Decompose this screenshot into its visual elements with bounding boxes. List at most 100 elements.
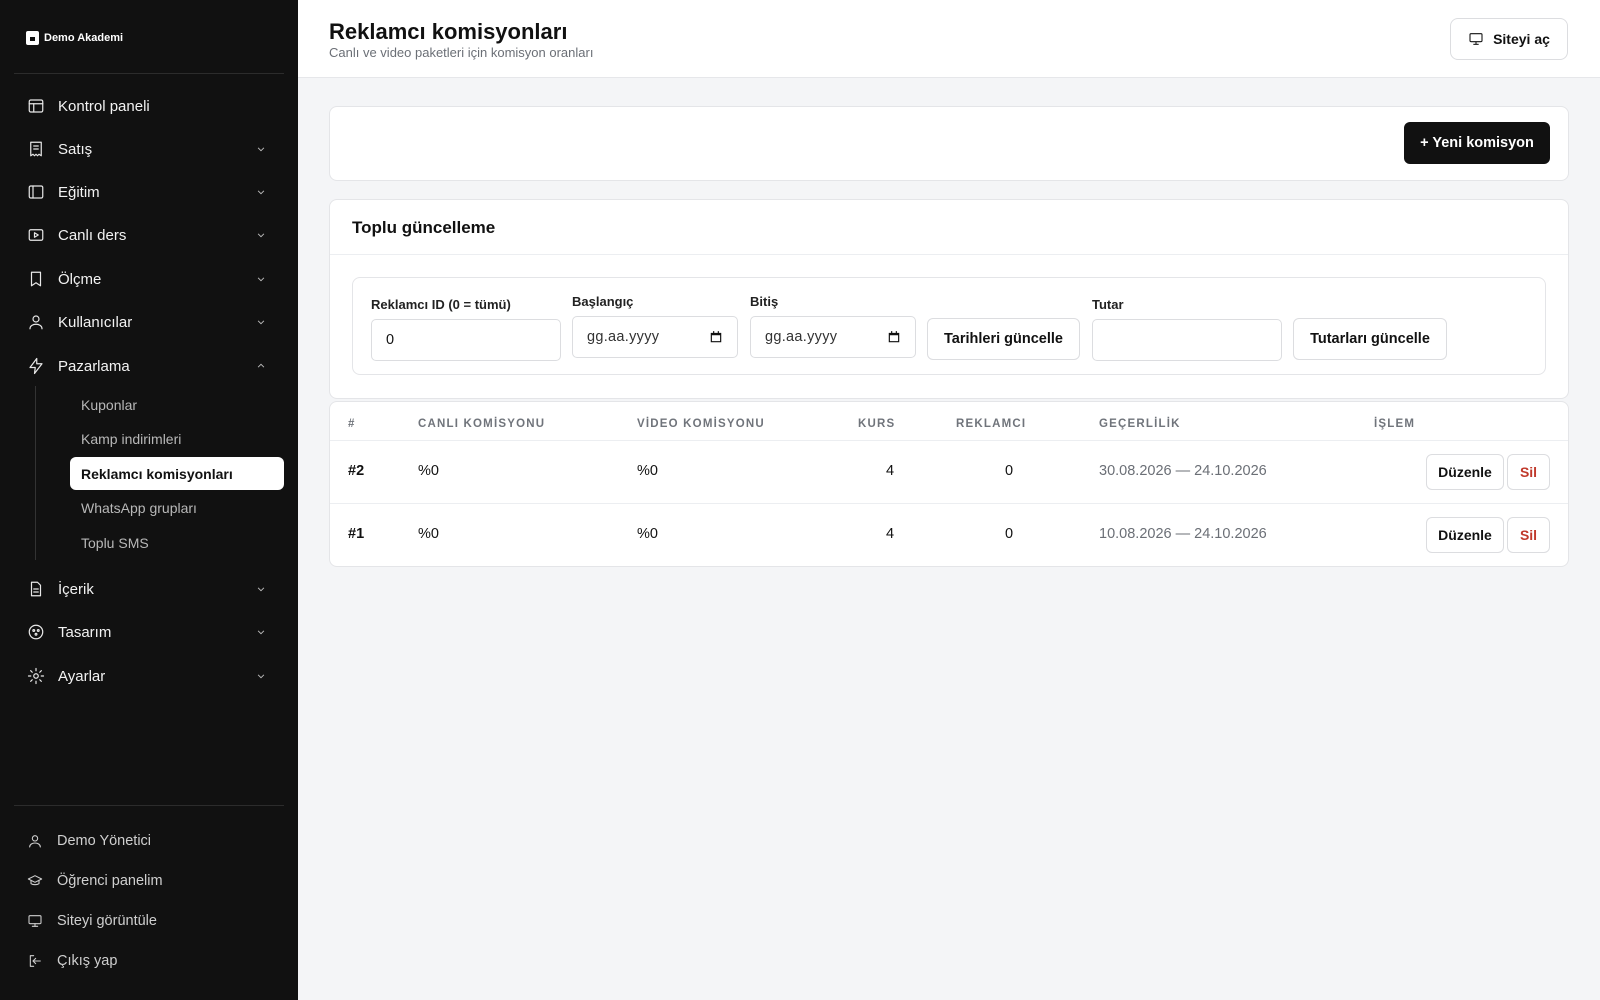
footer-item-label: Siteyi görüntüle [57,913,157,929]
sidebar-subitem-coupons[interactable]: Kuponlar [70,388,284,421]
open-site-label: Siteyi aç [1493,31,1550,47]
page-header: Reklamcı komisyonları Canlı ve video pak… [298,0,1600,78]
column-header-validity: GEÇERLİLİK [1099,418,1181,430]
sidebar-item-label: Kullanıcılar [58,313,133,331]
document-icon [27,580,45,598]
column-header-action: İŞLEM [1374,418,1416,430]
chevron-down-icon [254,582,268,596]
logout-icon [27,953,43,969]
row-validity: 10.08.2026 — 24.10.2026 [1099,526,1267,542]
page-subtitle: Canlı ve video paketleri için komisyon o… [329,45,594,60]
sidebar-item-label: Ölçme [58,270,102,288]
user-icon [27,313,45,331]
sidebar-item-education[interactable]: Eğitim [14,174,284,210]
bookmark-icon [27,270,45,288]
footer-item-label: Öğrenci panelim [57,873,163,889]
end-date-label: Bitiş [750,294,779,309]
row-course: 4 [886,463,895,479]
start-date-placeholder: gg.aa.yyyy [587,329,660,345]
advertiser-id-label: Reklamcı ID (0 = tümü) [371,297,511,312]
monitor-icon [1469,33,1483,45]
row-id: #1 [348,526,365,542]
start-date-input[interactable]: gg.aa.yyyy [572,316,738,358]
commissions-table: # CANLI KOMİSYONU VİDEO KOMİSYONU KURS R… [329,401,1569,567]
open-site-button[interactable]: Siteyi aç [1450,18,1568,60]
sidebar-item-label: Eğitim [58,183,100,201]
sidebar-item-settings[interactable]: Ayarlar [14,658,284,694]
sidebar-item-label: Kontrol paneli [58,97,150,115]
delete-button[interactable]: Sil [1507,517,1550,553]
chevron-down-icon [254,228,268,242]
calendar-icon[interactable] [887,330,901,344]
sidebar: Demo Akademi Kontrol paneli Satış Eğitim… [0,0,298,1000]
update-amounts-button[interactable]: Tutarları güncelle [1293,318,1447,360]
sidebar-subitem-bulk-sms[interactable]: Toplu SMS [70,526,284,559]
gear-icon [27,667,45,685]
sidebar-item-dashboard[interactable]: Kontrol paneli [14,88,284,124]
footer-item-label: Çıkış yap [57,953,118,969]
column-header-id: # [348,418,356,430]
chevron-down-icon [254,669,268,683]
start-date-label: Başlangıç [572,294,634,309]
row-live-commission: %0 [418,463,439,479]
submenu-line [35,386,36,560]
update-dates-button[interactable]: Tarihleri güncelle [927,318,1080,360]
graduation-cap-icon [27,873,43,889]
divider [330,440,1568,441]
footer-item-label: Demo Yönetici [57,833,152,849]
chevron-down-icon [254,142,268,156]
amount-label: Tutar [1092,297,1124,312]
sidebar-footer-student-panel[interactable]: Öğrenci panelim [14,864,284,898]
layout-icon [27,97,45,115]
bulk-update-card: Toplu güncelleme Reklamcı ID (0 = tümü) … [329,199,1569,399]
column-header-advertiser: REKLAMCI [956,418,1027,430]
advertiser-id-input[interactable]: 0 [371,319,561,361]
edit-button[interactable]: Düzenle [1426,517,1504,553]
sidebar-item-marketing[interactable]: Pazarlama [14,348,284,384]
sidebar-item-sales[interactable]: Satış [14,131,284,167]
sidebar-footer-view-site[interactable]: Siteyi görüntüle [14,904,284,938]
sidebar-item-assessment[interactable]: Ölçme [14,261,284,297]
column-header-video-commission: VİDEO KOMİSYONU [637,418,765,430]
edit-button[interactable]: Düzenle [1426,454,1504,490]
brand[interactable]: Demo Akademi [26,31,123,45]
sidebar-footer-logout[interactable]: Çıkış yap [14,944,284,978]
chevron-down-icon [254,625,268,639]
end-date-input[interactable]: gg.aa.yyyy [750,316,916,358]
chevron-down-icon [254,315,268,329]
amount-input[interactable] [1092,319,1282,361]
sidebar-item-label: Ayarlar [58,667,106,685]
actions-card: + Yeni komisyon [329,106,1569,181]
book-panel-icon [27,183,45,201]
sidebar-item-design[interactable]: Tasarım [14,614,284,650]
sidebar-subitem-advertiser-commissions[interactable]: Reklamcı komisyonları [70,457,284,490]
sidebar-item-label: Canlı ders [58,226,127,244]
divider [14,805,284,806]
calendar-icon[interactable] [709,330,723,344]
sidebar-subitem-whatsapp-groups[interactable]: WhatsApp grupları [70,491,284,524]
logo-icon [26,31,39,45]
sidebar-item-label: Tasarım [58,623,112,641]
column-header-course: KURS [858,418,896,430]
palette-icon [27,623,45,641]
sidebar-footer-profile[interactable]: Demo Yönetici [14,824,284,858]
new-commission-button[interactable]: + Yeni komisyon [1404,122,1550,164]
sidebar-subitem-camp-discounts[interactable]: Kamp indirimleri [70,422,284,455]
sidebar-item-live-class[interactable]: Canlı ders [14,217,284,253]
sidebar-item-content[interactable]: İçerik [14,571,284,607]
sidebar-item-label: Satış [58,140,93,158]
row-video-commission: %0 [637,526,658,542]
page-title: Reklamcı komisyonları [329,19,568,44]
sidebar-item-label: Pazarlama [58,357,130,375]
bulk-update-form: Reklamcı ID (0 = tümü) 0 Başlangıç gg.aa… [352,277,1546,375]
delete-button[interactable]: Sil [1507,454,1550,490]
row-advertiser: 0 [1005,526,1014,542]
column-header-live-commission: CANLI KOMİSYONU [418,418,546,430]
divider [330,254,1568,255]
end-date-placeholder: gg.aa.yyyy [765,329,838,345]
row-advertiser: 0 [1005,463,1014,479]
receipt-icon [27,140,45,158]
row-course: 4 [886,526,895,542]
chevron-down-icon [254,272,268,286]
sidebar-item-users[interactable]: Kullanıcılar [14,304,284,340]
